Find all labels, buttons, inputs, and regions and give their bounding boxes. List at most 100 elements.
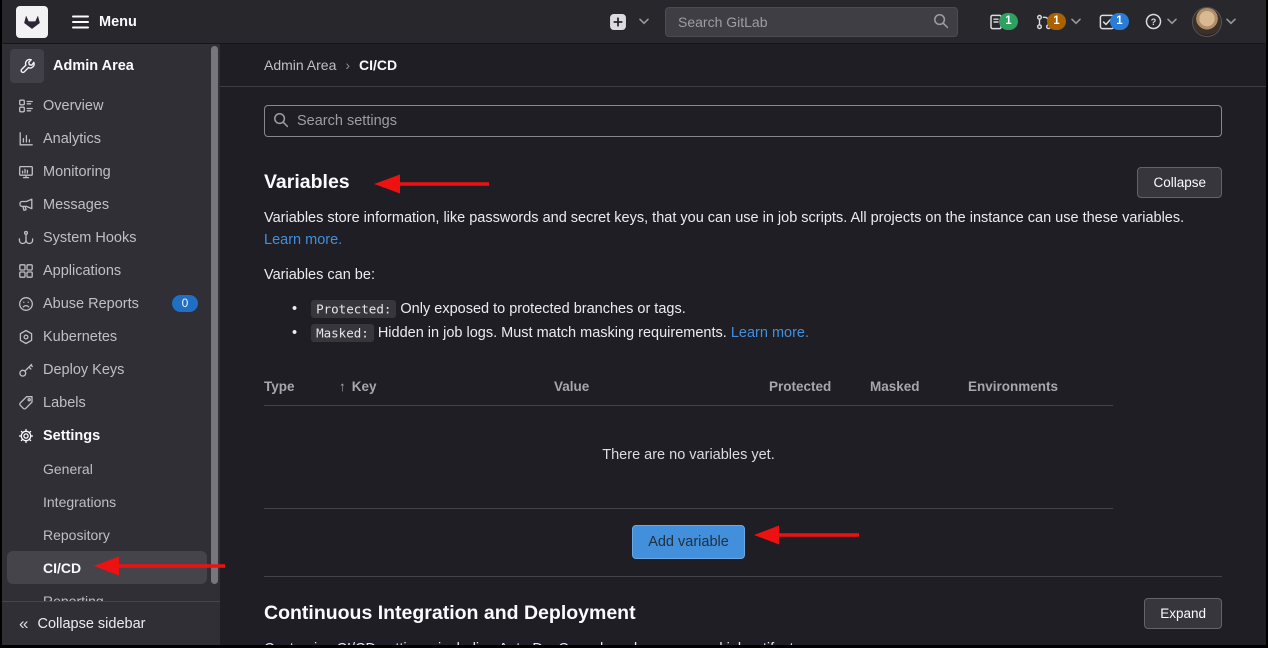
variables-bullet-list: • Protected: Only exposed to protected b…	[264, 298, 1222, 344]
column-environments: Environments	[968, 379, 1113, 394]
main-content: Admin Area › CI/CD Variables Collapse	[220, 44, 1266, 645]
sidebar-item-deploy-keys[interactable]: Deploy Keys	[2, 353, 220, 386]
sidebar-subitem-general[interactable]: General	[2, 452, 220, 485]
column-value: Value	[554, 379, 769, 394]
help-menu[interactable]: ?	[1145, 13, 1177, 30]
sidebar-subitem-repository[interactable]: Repository	[2, 518, 220, 551]
gitlab-logo[interactable]	[16, 6, 48, 38]
sidebar-nav: Admin Area Overview Analytics	[2, 44, 220, 601]
sidebar-subitem-label: Repository	[43, 527, 110, 543]
sidebar-item-applications[interactable]: Applications	[2, 254, 220, 287]
variables-section: Variables Collapse Variables store infor…	[264, 167, 1222, 576]
todos-count-badge: 1	[1110, 13, 1129, 30]
grid-icon	[18, 263, 34, 279]
menu-button[interactable]: Menu	[72, 14, 137, 30]
wrench-icon	[10, 49, 44, 83]
sidebar-item-kubernetes[interactable]: Kubernetes	[2, 320, 220, 353]
issues-count-badge: 1	[999, 13, 1018, 30]
variables-table: Type ↑Key Value Protected Masked Environ…	[264, 379, 1113, 576]
collapse-sidebar-button[interactable]: « Collapse sidebar	[2, 601, 220, 645]
sidebar-item-analytics[interactable]: Analytics	[2, 122, 220, 155]
user-avatar	[1193, 8, 1221, 36]
bullhorn-icon	[18, 197, 34, 213]
hook-icon	[18, 230, 34, 246]
sidebar-subitem-cicd[interactable]: CI/CD	[7, 551, 207, 584]
global-search	[665, 7, 958, 37]
breadcrumb-current: CI/CD	[359, 57, 397, 73]
column-protected: Protected	[769, 379, 870, 394]
learn-more-link[interactable]: Learn more.	[264, 232, 342, 248]
double-chevron-left-icon: «	[19, 615, 28, 632]
question-circle-icon: ?	[1145, 13, 1162, 30]
sidebar-item-abuse-reports[interactable]: Abuse Reports 0	[2, 287, 220, 320]
chart-icon	[18, 131, 34, 147]
new-item-dropdown[interactable]	[609, 13, 649, 31]
breadcrumb-separator-icon: ›	[345, 57, 350, 73]
sidebar-subitem-label: Integrations	[43, 494, 116, 510]
variables-table-header: Type ↑Key Value Protected Masked Environ…	[264, 379, 1113, 406]
sidebar-item-admin-area[interactable]: Admin Area	[10, 49, 214, 83]
bullet-item-protected: • Protected: Only exposed to protected b…	[292, 298, 1222, 320]
sidebar-item-label: Labels	[43, 395, 86, 411]
sidebar-item-label: Applications	[43, 263, 121, 279]
column-key-sortable[interactable]: ↑Key	[339, 379, 554, 394]
tag-icon	[18, 395, 34, 411]
merge-requests-count-badge: 1	[1047, 13, 1066, 30]
sidebar-item-label: Kubernetes	[43, 329, 117, 345]
issues-menu[interactable]: 1	[988, 13, 1018, 30]
sad-face-icon	[18, 296, 34, 312]
masked-code-chip: Masked:	[311, 324, 374, 342]
sidebar-item-monitoring[interactable]: Monitoring	[2, 155, 220, 188]
global-search-input[interactable]	[665, 7, 958, 37]
sidebar-subitem-label: General	[43, 461, 93, 477]
column-masked: Masked	[870, 379, 968, 394]
sidebar-item-label: System Hooks	[43, 230, 136, 246]
hamburger-icon	[72, 15, 89, 29]
cicd-settings-section: Continuous Integration and Deployment Ex…	[264, 598, 1222, 645]
sidebar-subitem-integrations[interactable]: Integrations	[2, 485, 220, 518]
tanuki-icon	[21, 11, 43, 33]
sidebar-item-settings[interactable]: Settings	[2, 419, 220, 452]
collapse-section-button[interactable]: Collapse	[1137, 167, 1222, 198]
masking-learn-more-link[interactable]: Learn more.	[731, 325, 809, 341]
admin-sidebar: Admin Area Overview Analytics	[2, 44, 220, 645]
variables-empty-state: There are no variables yet.	[264, 406, 1113, 509]
masked-bullet-text: Hidden in job logs. Must match masking r…	[378, 325, 727, 341]
sidebar-item-label: Analytics	[43, 131, 101, 147]
sidebar-item-label: Overview	[43, 98, 103, 114]
cicd-section-description: Customize CI/CD settings, including Auto…	[264, 639, 1222, 645]
bullet-icon: •	[292, 325, 297, 341]
abuse-reports-count-badge: 0	[172, 295, 198, 312]
merge-requests-menu[interactable]: 1	[1036, 13, 1081, 30]
protected-bullet-text: Only exposed to protected branches or ta…	[400, 301, 685, 317]
chevron-down-icon	[1071, 18, 1081, 25]
variables-intro: Variables can be:	[264, 267, 1222, 283]
sidebar-scrollbar-thumb[interactable]	[211, 46, 218, 584]
sidebar-item-labels[interactable]: Labels	[2, 386, 220, 419]
expand-section-button[interactable]: Expand	[1144, 598, 1222, 629]
sidebar-title: Admin Area	[53, 58, 134, 74]
sidebar-item-system-hooks[interactable]: System Hooks	[2, 221, 220, 254]
add-variable-button[interactable]: Add variable	[632, 525, 745, 559]
kubernetes-icon	[18, 329, 34, 345]
todos-menu[interactable]: 1	[1099, 13, 1129, 30]
sidebar-item-overview[interactable]: Overview	[2, 89, 220, 122]
sort-ascending-icon: ↑	[339, 379, 346, 394]
plus-square-icon	[609, 13, 627, 31]
column-type: Type	[264, 379, 339, 394]
variables-description: Variables store information, like passwo…	[264, 210, 1184, 226]
top-navbar: Menu	[2, 0, 1266, 44]
overview-icon	[18, 98, 34, 114]
sidebar-item-label: Monitoring	[43, 164, 111, 180]
settings-search-input[interactable]	[264, 105, 1222, 137]
sidebar-subitem-reporting[interactable]: Reporting	[2, 584, 220, 601]
sidebar-item-label: Abuse Reports	[43, 296, 139, 312]
monitor-icon	[18, 164, 34, 180]
sidebar-item-label: Deploy Keys	[43, 362, 124, 378]
breadcrumb-admin-area[interactable]: Admin Area	[264, 57, 336, 73]
bullet-item-masked: • Masked: Hidden in job logs. Must match…	[292, 322, 1222, 344]
cicd-section-title: Continuous Integration and Deployment	[264, 598, 636, 628]
sidebar-item-messages[interactable]: Messages	[2, 188, 220, 221]
user-menu[interactable]	[1193, 8, 1236, 36]
bullet-icon: •	[292, 301, 297, 317]
